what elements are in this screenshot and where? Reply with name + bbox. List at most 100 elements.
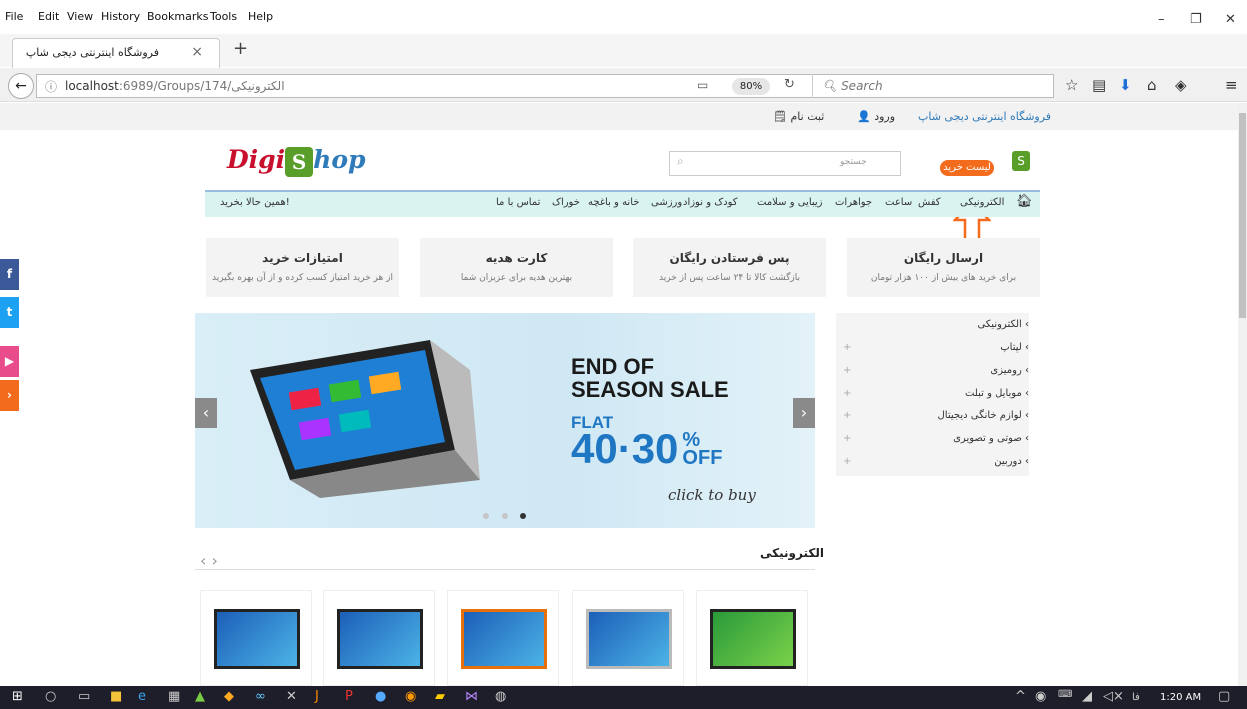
menu-bookmarks[interactable]: Bookmarks [147, 10, 208, 23]
app-icon[interactable]: ◆ [224, 689, 234, 704]
clock[interactable]: 1:20 AM [1160, 692, 1201, 703]
calculator-icon[interactable]: ▦ [168, 689, 180, 704]
nav-item-contact[interactable]: تماس با ما [496, 197, 540, 208]
tray-icon[interactable]: ◉ [1035, 689, 1046, 704]
product-card[interactable] [447, 590, 559, 686]
task-view-icon[interactable]: ▭ [78, 689, 90, 704]
back-arrow-icon[interactable]: ← [8, 73, 34, 99]
app-icon[interactable]: ∞ [255, 689, 266, 704]
slider-dot[interactable] [483, 513, 489, 519]
nav-item-watches[interactable]: ساعت [885, 197, 912, 208]
store-name[interactable]: فروشگاه اینترنتی دیجی شاپ [918, 110, 1051, 123]
search-icon[interactable]: ⌕ [677, 154, 684, 169]
menu-history[interactable]: History [101, 10, 140, 23]
app-icon[interactable]: ✕ [286, 689, 297, 704]
nav-item-beauty[interactable]: زیبایی و سلامت [757, 197, 823, 208]
pocket-icon[interactable]: ◈ [1175, 76, 1187, 94]
nav-home-icon[interactable]: 🏠︎ [1016, 194, 1033, 209]
menu-view[interactable]: View [67, 10, 93, 23]
product-card[interactable] [200, 590, 312, 686]
browser-tab[interactable]: فروشگاه اینترنتی دیجی شاپ × [12, 38, 220, 68]
site-logo[interactable]: Digi Shop [227, 145, 366, 177]
nav-item-home-garden[interactable]: خانه و باغچه [588, 197, 639, 208]
menu-help[interactable]: Help [248, 10, 273, 23]
category-item-mobile[interactable]: موبایل و تبلت ‹ [965, 388, 1029, 399]
product-card[interactable] [696, 590, 808, 686]
shopping-bag-icon[interactable]: S [1012, 151, 1030, 171]
windows-start-icon[interactable]: ⊞ [12, 689, 23, 704]
firefox-icon[interactable]: ◉ [405, 689, 416, 704]
bookmark-star-icon[interactable]: ☆ [1065, 76, 1078, 94]
notifications-icon[interactable]: ▢ [1218, 689, 1230, 704]
laptop-image [250, 340, 480, 498]
bookmarks-list-icon[interactable]: ▤ [1092, 76, 1106, 94]
tab-close-icon[interactable]: × [191, 44, 203, 60]
edge-browser-icon[interactable]: e [138, 689, 146, 704]
slider-dot-active[interactable] [520, 513, 526, 519]
expand-plus-icon[interactable]: + [843, 365, 851, 376]
category-item-appliances[interactable]: لوازم خانگی دیجیتال ‹ [938, 410, 1029, 421]
buy-now-link[interactable]: همین حالا بخرید! [220, 197, 290, 208]
app-icon[interactable]: P [345, 689, 353, 704]
expand-plus-icon[interactable]: + [843, 433, 851, 444]
app-icon[interactable]: ▰ [435, 689, 445, 704]
info-icon[interactable]: ⓘ [45, 78, 57, 95]
login-link[interactable]: 👤 ورود [857, 110, 895, 123]
signup-link[interactable]: 🗒 ثبت نام [773, 110, 824, 123]
product-card[interactable] [572, 590, 684, 686]
app-icon[interactable]: ◍ [495, 689, 506, 704]
scrollbar-thumb[interactable] [1239, 113, 1246, 318]
slider-cta[interactable]: click to buy [668, 486, 756, 504]
tray-chevron-icon[interactable]: ^ [1015, 689, 1026, 704]
category-item-desktop[interactable]: رومیزی ‹ [990, 365, 1029, 376]
category-item-electronics[interactable]: الکترونیکی ‹ [977, 319, 1029, 330]
close-window-icon[interactable]: ✕ [1225, 12, 1236, 27]
twitter-icon[interactable]: t [0, 297, 19, 328]
keyboard-icon[interactable]: ⌨ [1058, 689, 1072, 700]
volume-icon[interactable]: ◁× [1103, 689, 1124, 704]
cart-button[interactable]: لیست خرید (۵) [940, 160, 994, 189]
reader-view-icon[interactable]: ▭ [697, 78, 708, 92]
file-explorer-icon[interactable]: ■ [110, 689, 122, 704]
menu-tools[interactable]: Tools [210, 10, 237, 23]
facebook-icon[interactable]: f [0, 259, 19, 290]
home-icon[interactable]: ⌂ [1147, 76, 1157, 94]
reload-icon[interactable]: ↻ [784, 77, 795, 92]
download-icon[interactable]: ⬇ [1119, 76, 1132, 94]
nav-item-shoes[interactable]: کفش [918, 197, 941, 208]
new-tab-icon[interactable]: + [233, 38, 248, 59]
category-label: لپتاپ [1000, 342, 1022, 353]
android-icon[interactable]: ▲ [195, 689, 205, 704]
nav-item-electronics[interactable]: الکترونیکی [960, 197, 1004, 208]
nav-item-kids[interactable]: کودک و نوزاد [683, 197, 738, 208]
category-item-audio-video[interactable]: صوتی و تصویری ‹ [953, 433, 1029, 444]
app-icon[interactable]: ● [375, 689, 386, 704]
category-item-laptop[interactable]: لپتاپ ‹ [1000, 342, 1029, 353]
expand-plus-icon[interactable]: + [843, 342, 851, 353]
visual-studio-icon[interactable]: ⋈ [465, 689, 478, 704]
minimize-icon[interactable]: – [1158, 12, 1165, 27]
network-icon[interactable]: ◢ [1082, 689, 1092, 704]
nav-item-sports[interactable]: ورزشی [651, 197, 682, 208]
menu-edit[interactable]: Edit [38, 10, 59, 23]
carousel-arrows-icon[interactable]: ‹ › [200, 551, 218, 570]
hamburger-menu-icon[interactable]: ≡ [1225, 76, 1238, 94]
slider-dot[interactable] [502, 513, 508, 519]
expand-plus-icon[interactable]: + [843, 388, 851, 399]
menu-file[interactable]: File [5, 10, 23, 23]
category-item-camera[interactable]: دوربین ‹ [994, 456, 1029, 467]
language-indicator[interactable]: فا [1132, 692, 1140, 703]
slider-prev-arrow-icon[interactable]: ‹ [195, 398, 217, 428]
expand-plus-icon[interactable]: + [843, 456, 851, 467]
slider-next-arrow-icon[interactable]: › [793, 398, 815, 428]
play-icon[interactable]: ▶ [0, 346, 19, 377]
search-icon[interactable]: ○ [45, 689, 56, 704]
expand-plus-icon[interactable]: + [843, 410, 851, 421]
zoom-level[interactable]: 80% [732, 78, 770, 95]
nav-item-jewelry[interactable]: جواهرات [835, 197, 872, 208]
nav-item-food[interactable]: خوراک [552, 197, 580, 208]
product-card[interactable] [323, 590, 435, 686]
app-icon[interactable]: J [315, 689, 319, 704]
share-arrow-icon[interactable]: › [0, 380, 19, 411]
restore-icon[interactable]: ❐ [1190, 12, 1202, 27]
